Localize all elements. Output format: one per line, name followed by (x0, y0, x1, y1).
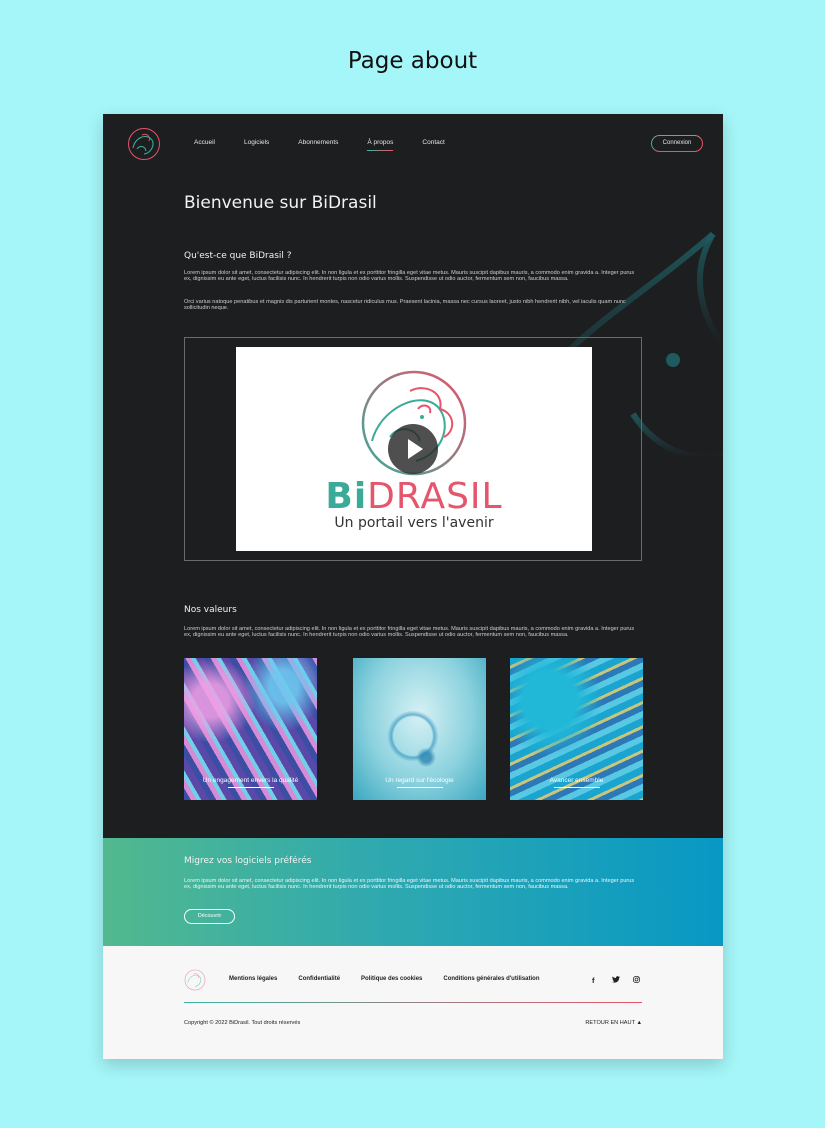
facebook-icon[interactable]: f (592, 976, 595, 985)
about-paragraph-1: Lorem ipsum dolor sit amet, consectetur … (184, 270, 635, 283)
twitter-icon[interactable] (612, 976, 620, 985)
website-frame: Accueil Logiciels Abonnements À propos C… (103, 114, 723, 1059)
top-navigation: Accueil Logiciels Abonnements À propos C… (103, 114, 723, 176)
page-caption: Page about (347, 48, 478, 74)
login-button[interactable]: Connexion (651, 135, 703, 152)
brand-rest: DRASIL (367, 476, 503, 517)
about-heading: Qu'est-ce que BiDrasil ? (184, 251, 292, 261)
discover-button[interactable]: Découvrir (184, 909, 235, 924)
footer-divider (184, 1002, 642, 1003)
value-card-label: Avancer ensemble (549, 777, 604, 784)
video-thumbnail: BiDRASIL Un portail vers l'avenir (236, 347, 592, 551)
value-card-label: Un engagement envers la qualité (202, 777, 299, 784)
footer-link-cookies[interactable]: Politique des cookies (361, 976, 422, 982)
copyright-text: Copyright © 2022 BiDrasil. Tout droits r… (184, 1020, 301, 1026)
back-to-top-link[interactable]: RETOUR EN HAUT ▲ (585, 1020, 642, 1026)
footer: Mentions légales Confidentialité Politiq… (103, 946, 723, 1059)
page-title: Bienvenue sur BiDrasil (184, 193, 377, 213)
footer-logo[interactable] (184, 969, 206, 991)
nav-accueil[interactable]: Accueil (194, 139, 215, 146)
card-underline (228, 787, 274, 788)
value-card-label: Un regard sur l'écologie (385, 777, 454, 784)
video-player[interactable]: BiDRASIL Un portail vers l'avenir (184, 337, 642, 561)
values-heading: Nos valeurs (184, 605, 237, 615)
card-underline (397, 787, 443, 788)
card-underline (554, 787, 600, 788)
nav-abonnements[interactable]: Abonnements (298, 139, 338, 146)
footer-link-terms[interactable]: Conditions générales d'utilisation (443, 976, 539, 982)
nav-contact[interactable]: Contact (422, 139, 444, 146)
bidrasil-logo[interactable] (127, 127, 161, 161)
value-card-ecology[interactable]: Un regard sur l'écologie (353, 658, 486, 800)
value-card-together[interactable]: Avancer ensemble (510, 658, 643, 800)
brand-wordmark: BiDRASIL (236, 478, 592, 516)
about-paragraph-2: Orci varius natoque penatibus et magnis … (184, 299, 626, 312)
values-paragraph: Lorem ipsum dolor sit amet, consectetur … (184, 626, 635, 639)
value-card-quality[interactable]: Un engagement envers la qualité (184, 658, 317, 800)
footer-link-mentions[interactable]: Mentions légales (229, 976, 277, 982)
play-button[interactable] (388, 424, 438, 474)
nav-links: Accueil Logiciels Abonnements À propos C… (194, 139, 474, 151)
nav-logiciels[interactable]: Logiciels (244, 139, 269, 146)
instagram-icon[interactable] (633, 976, 640, 985)
brand-tagline: Un portail vers l'avenir (334, 515, 494, 531)
footer-links: Mentions légales Confidentialité Politiq… (229, 976, 561, 982)
migrate-paragraph: Lorem ipsum dolor sit amet, consectetur … (184, 878, 635, 891)
brand-bi: Bi (325, 476, 368, 517)
migrate-section: Migrez vos logiciels préférés Lorem ipsu… (103, 838, 723, 946)
nav-a-propos[interactable]: À propos (367, 139, 394, 151)
footer-link-privacy[interactable]: Confidentialité (298, 976, 340, 982)
migrate-heading: Migrez vos logiciels préférés (184, 856, 312, 866)
